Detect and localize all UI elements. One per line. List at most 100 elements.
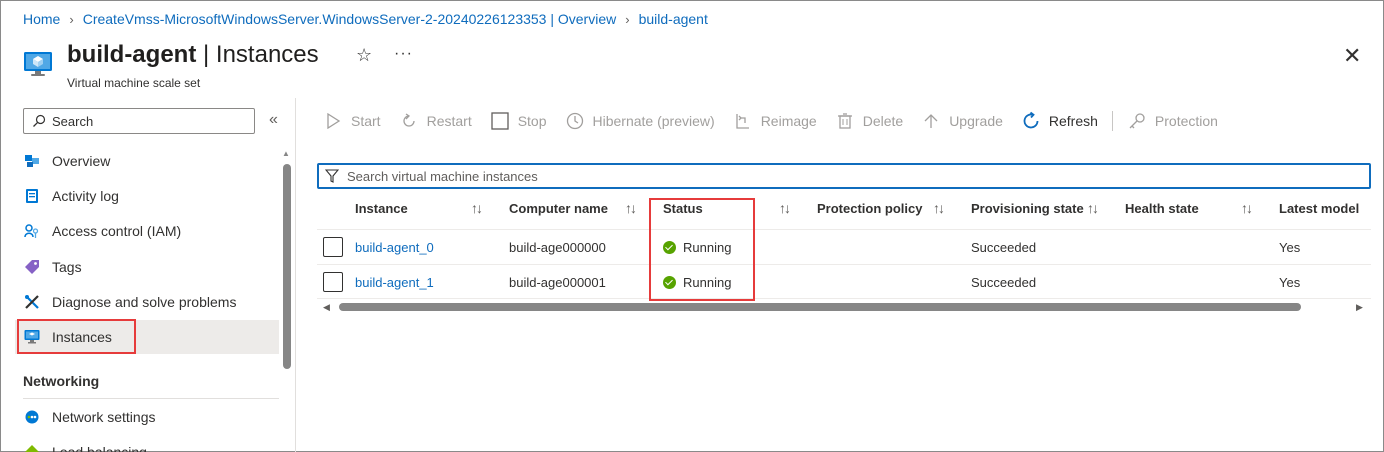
breadcrumb: Home › CreateVmss-MicrosoftWindowsServer… xyxy=(23,11,708,27)
search-icon xyxy=(33,114,46,127)
stop-button[interactable]: Stop xyxy=(490,111,547,131)
activity-log-icon xyxy=(24,188,40,204)
column-header-protection-policy[interactable]: Protection policy xyxy=(817,201,922,216)
column-header-instance[interactable]: Instance xyxy=(355,201,408,216)
arrow-up-icon xyxy=(921,111,941,131)
sort-icon[interactable]: ↑↓ xyxy=(625,200,637,216)
command-bar: Start Restart Stop Hibernate (preview) R… xyxy=(323,109,1236,133)
breadcrumb-current[interactable]: build-agent xyxy=(639,11,708,27)
column-header-computer-name[interactable]: Computer name xyxy=(509,201,608,216)
highlight-box-status xyxy=(649,198,755,301)
provisioning-state: Succeeded xyxy=(971,275,1037,290)
divider xyxy=(317,264,1371,265)
trash-icon xyxy=(835,111,855,131)
instance-search-input[interactable]: Search virtual machine instances xyxy=(317,163,1371,189)
vmss-icon xyxy=(23,49,53,79)
play-icon xyxy=(323,111,343,131)
breadcrumb-vmss-overview[interactable]: CreateVmss-MicrosoftWindowsServer.Window… xyxy=(83,11,617,27)
sidebar-item-diagnose[interactable]: Diagnose and solve problems xyxy=(15,285,279,319)
hibernate-label: Hibernate (preview) xyxy=(592,113,715,129)
clock-icon xyxy=(565,111,585,131)
divider xyxy=(317,229,1371,230)
chevron-right-icon: › xyxy=(625,11,630,27)
divider xyxy=(295,98,296,452)
close-icon[interactable]: ✕ xyxy=(1343,45,1361,67)
sidebar-section-networking: Networking xyxy=(23,373,100,389)
instance-link[interactable]: build-agent_0 xyxy=(355,240,434,255)
reimage-button[interactable]: Reimage xyxy=(733,111,817,131)
sidebar-item-overview[interactable]: Overview xyxy=(15,144,279,178)
chevron-right-icon: › xyxy=(69,11,74,27)
sort-icon[interactable]: ↑↓ xyxy=(933,200,945,216)
sidebar-scrollbar[interactable] xyxy=(283,164,291,369)
provisioning-state: Succeeded xyxy=(971,240,1037,255)
sidebar-item-label: Access control (IAM) xyxy=(52,223,182,239)
sidebar-item-network-settings[interactable]: Network settings xyxy=(15,400,279,434)
toolbar-divider xyxy=(1111,111,1113,131)
sidebar-item-tags[interactable]: Tags xyxy=(15,250,279,284)
instance-search-placeholder: Search virtual machine instances xyxy=(347,168,538,184)
title-separator: | xyxy=(196,41,216,68)
refresh-icon xyxy=(1021,111,1041,131)
sidebar-item-label: Network settings xyxy=(52,409,156,425)
sidebar-item-load-balancing[interactable]: Load balancing xyxy=(15,435,279,452)
divider xyxy=(23,398,279,399)
sidebar-item-label: Load balancing xyxy=(52,444,147,452)
refresh-label: Refresh xyxy=(1048,113,1098,129)
grid-horizontal-scrollbar[interactable] xyxy=(339,303,1301,311)
diagnose-icon xyxy=(24,294,40,310)
favorite-star-icon[interactable]: ☆ xyxy=(356,45,372,66)
page-name: Instances xyxy=(215,41,319,68)
protection-label: Protection xyxy=(1154,113,1218,129)
sort-icon[interactable]: ↑↓ xyxy=(1241,200,1253,216)
filter-icon xyxy=(325,169,339,183)
column-header-provisioning-state[interactable]: Provisioning state xyxy=(971,201,1084,216)
overview-icon xyxy=(24,153,40,169)
sidebar-item-activity-log[interactable]: Activity log xyxy=(15,179,279,213)
breadcrumb-home[interactable]: Home xyxy=(23,11,60,27)
reimage-label: Reimage xyxy=(760,113,817,129)
refresh-button[interactable]: Refresh xyxy=(1021,111,1098,131)
column-header-latest-model[interactable]: Latest model xyxy=(1279,201,1359,216)
instance-link[interactable]: build-agent_1 xyxy=(355,275,434,290)
row-checkbox[interactable] xyxy=(323,272,343,292)
hibernate-button[interactable]: Hibernate (preview) xyxy=(565,111,715,131)
sidebar-item-label: Diagnose and solve problems xyxy=(52,294,237,310)
sort-icon[interactable]: ↑↓ xyxy=(779,200,791,216)
scroll-left-icon[interactable]: ◀ xyxy=(323,302,330,313)
restart-icon xyxy=(399,111,419,131)
delete-label: Delete xyxy=(862,113,904,129)
collapse-sidebar-icon[interactable]: « xyxy=(269,111,278,129)
scroll-up-icon[interactable]: ▲ xyxy=(282,149,290,158)
scroll-right-icon[interactable]: ▶ xyxy=(1356,302,1363,313)
computer-name: build-age000001 xyxy=(509,275,606,290)
sidebar-search-placeholder: Search xyxy=(52,113,94,129)
divider xyxy=(317,298,1371,299)
upgrade-label: Upgrade xyxy=(949,113,1003,129)
load-balancer-icon xyxy=(24,444,40,452)
network-icon xyxy=(24,409,40,425)
computer-name: build-age000000 xyxy=(509,240,606,255)
start-label: Start xyxy=(351,113,381,129)
delete-button[interactable]: Delete xyxy=(835,111,903,131)
sidebar-item-label: Activity log xyxy=(52,188,119,204)
protection-button[interactable]: Protection xyxy=(1127,111,1218,131)
sidebar-item-access-control[interactable]: Access control (IAM) xyxy=(15,214,279,248)
upgrade-button[interactable]: Upgrade xyxy=(921,111,1003,131)
column-header-health-state[interactable]: Health state xyxy=(1125,201,1199,216)
highlight-box-instances xyxy=(17,319,136,354)
row-checkbox[interactable] xyxy=(323,237,343,257)
tag-icon xyxy=(24,259,40,275)
resource-name: build-agent xyxy=(67,41,197,68)
stop-icon xyxy=(490,111,510,131)
more-options-icon[interactable]: ··· xyxy=(394,45,413,63)
page-subtitle: Virtual machine scale set xyxy=(67,76,201,90)
sidebar-search-input[interactable]: Search xyxy=(23,108,255,134)
restart-label: Restart xyxy=(426,113,472,129)
start-button[interactable]: Start xyxy=(323,111,381,131)
sort-icon[interactable]: ↑↓ xyxy=(471,200,483,216)
restart-button[interactable]: Restart xyxy=(399,111,472,131)
latest-model: Yes xyxy=(1279,275,1301,290)
key-icon xyxy=(1127,111,1147,131)
sort-icon[interactable]: ↑↓ xyxy=(1087,200,1099,216)
